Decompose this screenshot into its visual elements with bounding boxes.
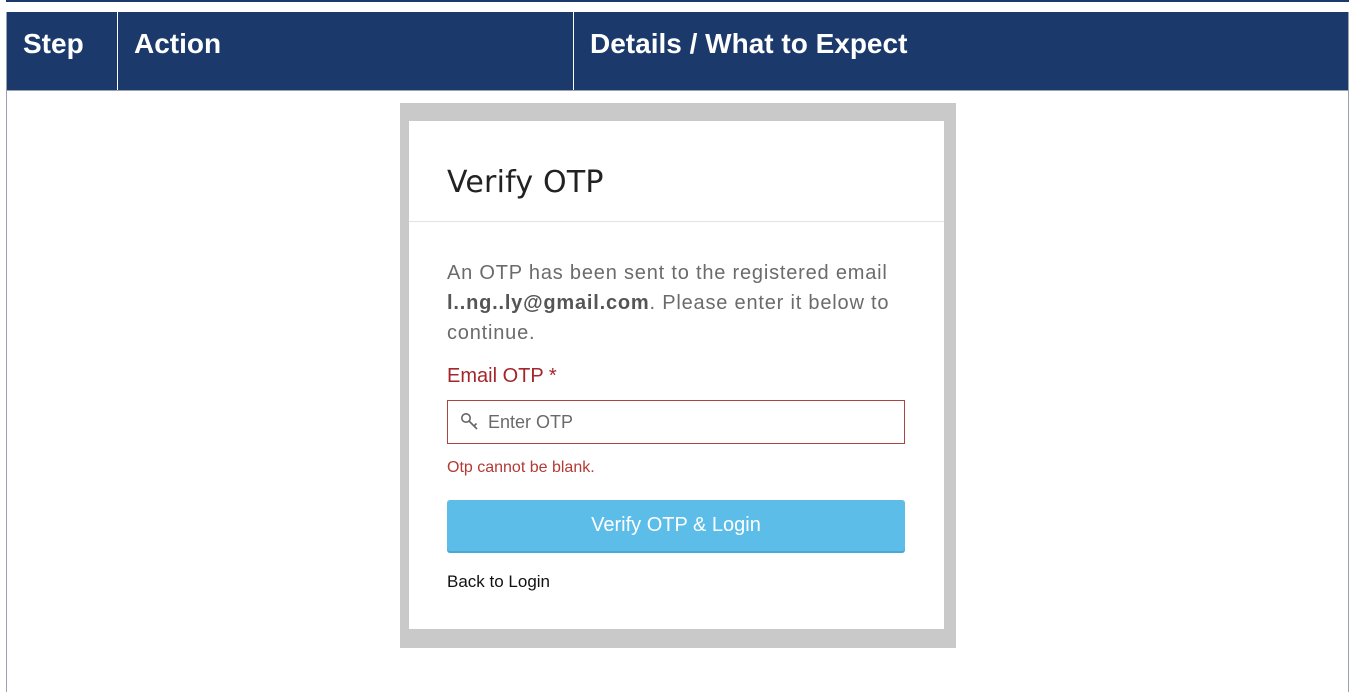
card-divider <box>409 221 944 222</box>
masked-email: l..ng..ly@gmail.com <box>447 292 650 314</box>
document-page: Step Action Details / What to Expect Ver… <box>0 0 1351 692</box>
otp-error-message: Otp cannot be blank. <box>447 459 595 476</box>
otp-sent-message: An OTP has been sent to the registered e… <box>447 258 917 348</box>
header-details: Details / What to Expect <box>573 12 1349 90</box>
table-header: Step Action Details / What to Expect <box>7 12 1348 90</box>
verify-otp-card: Verify OTP An OTP has been sent to the r… <box>409 121 944 629</box>
card-title: Verify OTP <box>447 165 604 200</box>
header-bottom-rule <box>7 90 1348 91</box>
message-before: An OTP has been sent to the registered e… <box>447 262 888 284</box>
otp-input-wrapper <box>447 400 905 444</box>
verify-otp-login-button[interactable]: Verify OTP & Login <box>447 500 905 551</box>
header-step: Step <box>23 28 84 59</box>
top-rule <box>6 0 1349 2</box>
otp-input[interactable] <box>488 401 888 443</box>
header-action: Action <box>117 12 573 90</box>
key-icon <box>460 412 480 432</box>
email-otp-label: Email OTP * <box>447 365 557 387</box>
embedded-screenshot: Verify OTP An OTP has been sent to the r… <box>400 103 956 648</box>
back-to-login-link[interactable]: Back to Login <box>447 572 550 592</box>
